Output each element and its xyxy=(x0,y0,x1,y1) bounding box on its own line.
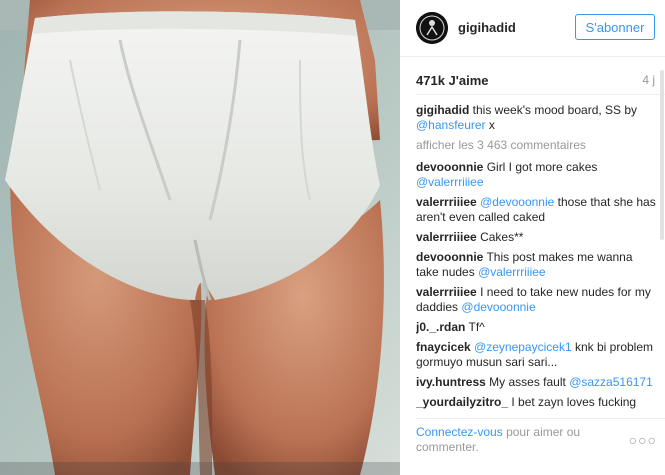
post-photo[interactable] xyxy=(0,0,400,475)
comment-user[interactable]: valerrriiiee xyxy=(416,230,477,244)
caption-user[interactable]: gigihadid xyxy=(416,103,469,117)
comment-text: Cakes** xyxy=(480,230,524,244)
login-prompt: Connectez-vous pour aimer ou commenter. xyxy=(416,425,616,455)
load-more-comments[interactable]: afficher les 3 463 commentaires xyxy=(416,138,656,153)
comment: fnaycicek @zeynepaycicek1 knk bi problem… xyxy=(416,340,656,370)
comment-mention[interactable]: @valerrriiiee xyxy=(478,265,546,279)
comment: valerrriiiee I need to take new nudes fo… xyxy=(416,285,656,315)
caption: gigihadid this week's mood board, SS by … xyxy=(416,103,656,133)
comment-mention[interactable]: @valerrriiiee xyxy=(416,175,484,189)
more-options-icon[interactable]: ○○○ xyxy=(629,432,657,448)
comment-user[interactable]: valerrriiiee xyxy=(416,195,477,209)
comment-text: I bet zayn loves fucking xyxy=(511,395,637,409)
comment: devooonnie Girl I got more cakes @valerr… xyxy=(416,160,656,190)
caption-text: this week's mood board, SS by xyxy=(472,103,638,117)
comment-mention[interactable]: @devooonnie xyxy=(461,300,535,314)
login-link[interactable]: Connectez-vous xyxy=(416,425,503,439)
follow-button[interactable]: S'abonner xyxy=(575,14,655,40)
divider xyxy=(416,94,665,95)
comment: valerrriiiee @devooonnie those that she … xyxy=(416,195,656,225)
comment-user[interactable]: devooonnie xyxy=(416,160,483,174)
comment-user[interactable]: _yourdailyzitro_ xyxy=(416,395,508,409)
comment: valerrriiiee Cakes** xyxy=(416,230,656,245)
comment-user[interactable]: j0._.rdan xyxy=(416,320,465,334)
comment-mention[interactable]: @sazza516171 xyxy=(569,375,653,389)
avatar[interactable] xyxy=(416,12,448,44)
post-side-panel: gigihadid S'abonner 471k J'aime 4 j gigi… xyxy=(400,0,665,475)
caption-mention[interactable]: @hansfeurer xyxy=(416,118,486,132)
comment: j0._.rdan Tf^ xyxy=(416,320,656,335)
like-count[interactable]: 471k J'aime xyxy=(416,73,488,88)
caption-tail: x xyxy=(488,118,495,132)
comment-mention[interactable]: @devooonnie xyxy=(480,195,554,209)
post-username[interactable]: gigihadid xyxy=(458,20,516,35)
comment-mention[interactable]: @zeynepaycicek1 xyxy=(474,340,572,354)
divider xyxy=(416,418,665,419)
comment: devooonnie This post makes me wanna take… xyxy=(416,250,656,280)
scrollbar-thumb[interactable] xyxy=(660,70,664,240)
comment: ivy.huntress My asses fault @sazza516171 xyxy=(416,375,656,390)
comment-text: My asses fault xyxy=(489,375,566,389)
comment-user[interactable]: fnaycicek xyxy=(416,340,471,354)
avatar-icon xyxy=(416,12,448,44)
post-time[interactable]: 4 j xyxy=(642,73,655,87)
photo-image xyxy=(0,0,400,475)
comments-list[interactable]: gigihadid this week's mood board, SS by … xyxy=(416,103,656,415)
comment-text: Girl I got more cakes xyxy=(486,160,598,174)
comment-user[interactable]: ivy.huntress xyxy=(416,375,486,389)
comment-user[interactable]: devooonnie xyxy=(416,250,483,264)
comment-text: Tf^ xyxy=(468,320,485,334)
post-header: gigihadid S'abonner xyxy=(400,0,665,57)
comment: _yourdailyzitro_ I bet zayn loves fuckin… xyxy=(416,395,656,410)
comments-scrollbar[interactable] xyxy=(659,70,665,415)
comment-user[interactable]: valerrriiiee xyxy=(416,285,477,299)
